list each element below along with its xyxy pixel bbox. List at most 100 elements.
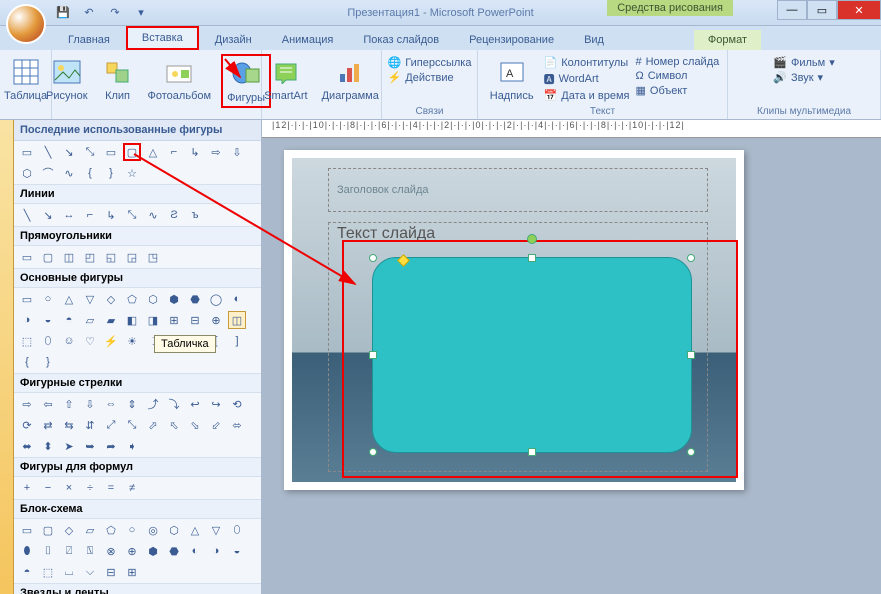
shape-fc10[interactable]: ▽	[207, 521, 225, 539]
shape-a8[interactable]: ⤵	[165, 395, 183, 413]
shape-fc9[interactable]: △	[186, 521, 204, 539]
symbol-button[interactable]: ΩСимвол	[635, 70, 719, 82]
shape-b22[interactable]: ◫	[228, 311, 246, 329]
shape-b19[interactable]: ⊞	[165, 311, 183, 329]
shape-a22[interactable]: ⬄	[228, 416, 246, 434]
close-button[interactable]: ✕	[837, 0, 881, 20]
undo-icon[interactable]: ↶	[80, 4, 98, 22]
shape-arrow-line[interactable]: ↘	[60, 143, 78, 161]
adjustment-handle[interactable]	[397, 254, 410, 267]
shape-line6[interactable]: ⤡	[123, 206, 141, 224]
shape-b5[interactable]: ◇	[102, 290, 120, 308]
resize-handle-w[interactable]	[369, 351, 377, 359]
shape-b20[interactable]: ⊟	[186, 311, 204, 329]
shape-fc5[interactable]: ⬠	[102, 521, 120, 539]
resize-handle-nw[interactable]	[369, 254, 377, 262]
save-icon[interactable]: 💾	[54, 4, 72, 22]
shape-fc21[interactable]: ◑	[207, 542, 225, 560]
shape-a25[interactable]: ➤	[60, 437, 78, 455]
shape-a17[interactable]: ⤡	[123, 416, 141, 434]
shape-f1[interactable]: +	[18, 479, 36, 497]
action-button[interactable]: ⚡Действие	[388, 71, 472, 84]
shape-fc24[interactable]: ⬚	[39, 563, 57, 581]
shape-f5[interactable]: =	[102, 479, 120, 497]
shape-a13[interactable]: ⇄	[39, 416, 57, 434]
shape-b27[interactable]: ⚡	[102, 332, 120, 350]
shape-b14[interactable]: ◓	[60, 311, 78, 329]
shape-fc14[interactable]: ⍁	[60, 542, 78, 560]
resize-handle-e[interactable]	[687, 351, 695, 359]
shape-b7[interactable]: ⬡	[144, 290, 162, 308]
shape-b1[interactable]: ▭	[18, 290, 36, 308]
shape-b18[interactable]: ◨	[144, 311, 162, 329]
picture-button[interactable]: Рисунок	[42, 54, 92, 108]
redo-icon[interactable]: ↷	[106, 4, 124, 22]
tab-animation[interactable]: Анимация	[268, 30, 348, 50]
shape-b23[interactable]: ⬚	[18, 332, 36, 350]
shape-a19[interactable]: ⬁	[165, 416, 183, 434]
shape-f4[interactable]: ÷	[81, 479, 99, 497]
shape-fc16[interactable]: ⊗	[102, 542, 120, 560]
shape-b2[interactable]: ○	[39, 290, 57, 308]
minimize-button[interactable]: —	[777, 0, 807, 20]
textbox-button[interactable]: A Надпись	[486, 54, 538, 104]
shape-a3[interactable]: ⇧	[60, 395, 78, 413]
shape-fc20[interactable]: ◐	[186, 542, 204, 560]
shape-b24[interactable]: ⬯	[39, 332, 57, 350]
shape-a21[interactable]: ⬃	[207, 416, 225, 434]
shape-r5[interactable]: ◱	[102, 248, 120, 266]
resize-handle-s[interactable]	[528, 448, 536, 456]
shape-fc15[interactable]: ⍂	[81, 542, 99, 560]
shape-fc13[interactable]: ⌷	[39, 542, 57, 560]
shape-fc17[interactable]: ⊕	[123, 542, 141, 560]
shape-line8[interactable]: Ƨ	[165, 206, 183, 224]
shape-a12[interactable]: ⟳	[18, 416, 36, 434]
shape-fc26[interactable]: ⌵	[81, 563, 99, 581]
qat-dropdown-icon[interactable]: ▾	[132, 4, 150, 22]
shape-a15[interactable]: ⇵	[81, 416, 99, 434]
shape-fc18[interactable]: ⬢	[144, 542, 162, 560]
tab-design[interactable]: Дизайн	[201, 30, 266, 50]
shape-line3[interactable]: ↔	[60, 206, 78, 224]
tab-format[interactable]: Формат	[694, 30, 761, 50]
shape-fc27[interactable]: ⊟	[102, 563, 120, 581]
shape-b25[interactable]: ☺	[60, 332, 78, 350]
resize-handle-ne[interactable]	[687, 254, 695, 262]
shape-hex[interactable]: ⬡	[18, 164, 36, 182]
shape-b8[interactable]: ⬢	[165, 290, 183, 308]
shape-fc11[interactable]: ⬯	[228, 521, 246, 539]
shape-arrow-d[interactable]: ⇩	[228, 143, 246, 161]
shape-r1[interactable]: ▭	[18, 248, 36, 266]
shape-a16[interactable]: ⤢	[102, 416, 120, 434]
shape-b28[interactable]: ☀	[123, 332, 141, 350]
office-button[interactable]	[6, 4, 46, 44]
shape-fc25[interactable]: ⌴	[60, 563, 78, 581]
headerfooter-button[interactable]: 📄Колонтитулы	[544, 56, 630, 69]
selected-rounded-rect-shape[interactable]	[372, 257, 692, 453]
shape-r4[interactable]: ◰	[81, 248, 99, 266]
shape-fc28[interactable]: ⊞	[123, 563, 141, 581]
shape-f6[interactable]: ≠	[123, 479, 141, 497]
album-button[interactable]: Фотоальбом	[144, 54, 216, 108]
shape-b13[interactable]: ◒	[39, 311, 57, 329]
chart-button[interactable]: Диаграмма	[318, 54, 383, 104]
tab-home[interactable]: Главная	[54, 30, 124, 50]
shape-rounded-rect[interactable]: ▢	[123, 143, 141, 161]
resize-handle-se[interactable]	[687, 448, 695, 456]
shape-a20[interactable]: ⬂	[186, 416, 204, 434]
sound-button[interactable]: 🔊Звук ▾	[773, 71, 834, 84]
shape-a11[interactable]: ⟲	[228, 395, 246, 413]
shape-a18[interactable]: ⬀	[144, 416, 162, 434]
shape-line1[interactable]: ╲	[18, 206, 36, 224]
clip-button[interactable]: Клип	[98, 54, 138, 108]
tab-view[interactable]: Вид	[570, 30, 618, 50]
rotation-handle[interactable]	[527, 234, 537, 244]
shape-l[interactable]: ⌐	[165, 143, 183, 161]
title-placeholder[interactable]: Заголовок слайда	[328, 168, 708, 212]
shape-a23[interactable]: ⬌	[18, 437, 36, 455]
tab-review[interactable]: Рецензирование	[455, 30, 568, 50]
shape-connector[interactable]: ⤡	[81, 143, 99, 161]
shape-a14[interactable]: ⇆	[60, 416, 78, 434]
shape-b17[interactable]: ◧	[123, 311, 141, 329]
shape-a27[interactable]: ➦	[102, 437, 120, 455]
